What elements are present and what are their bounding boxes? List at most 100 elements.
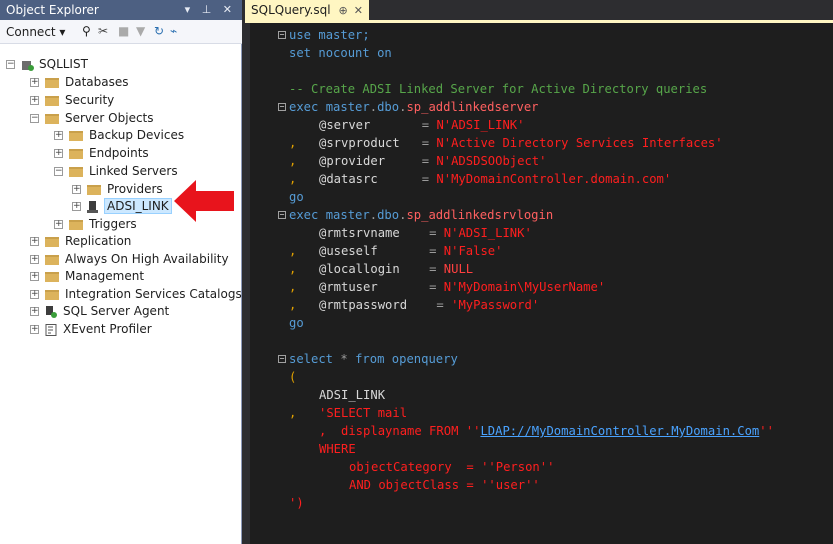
- tree-node-integration-services[interactable]: + Integration Services Catalogs: [30, 286, 242, 303]
- tree-node-label: Always On High Availability: [65, 252, 229, 266]
- collapse-icon[interactable]: −: [277, 350, 287, 368]
- expand-icon[interactable]: +: [30, 307, 39, 316]
- tree-node-linked-servers[interactable]: − Linked Servers: [54, 163, 178, 180]
- tree-node-databases[interactable]: + Databases: [30, 74, 129, 91]
- code-line: @provider = N'ADSDSOObject': [319, 154, 547, 168]
- tree-node-label: Management: [65, 269, 145, 283]
- tree-node-server[interactable]: − SQLLIST: [6, 56, 88, 73]
- tab-sqlquery[interactable]: SQLQuery.sql ⊕ ✕: [245, 0, 369, 20]
- folder-icon: [45, 236, 59, 247]
- code-line: @rmtuser = N'MyDomain\MyUserName': [319, 280, 606, 294]
- tree-node-triggers[interactable]: + Triggers: [54, 216, 137, 233]
- pin-icon[interactable]: ⊕: [339, 4, 348, 17]
- tree-node-sql-agent[interactable]: + SQL Server Agent: [30, 303, 169, 320]
- folder-icon: [45, 113, 59, 124]
- tree-node-providers[interactable]: + Providers: [72, 181, 163, 198]
- tab-label: SQLQuery.sql: [251, 3, 331, 17]
- expand-icon[interactable]: +: [54, 149, 63, 158]
- tree-node-label: Providers: [107, 182, 163, 196]
- code-line: objectCategory = ''Person'': [349, 460, 555, 474]
- expand-icon[interactable]: +: [54, 131, 63, 140]
- collapse-icon[interactable]: −: [6, 60, 15, 69]
- filter-icon[interactable]: ▼: [136, 24, 145, 38]
- code-line: @srvproduct = N'Active Directory Service…: [319, 136, 723, 150]
- server-icon: [22, 60, 34, 71]
- tree-node-label: Replication: [65, 234, 132, 248]
- code-line: use master;: [289, 28, 370, 42]
- connect-icon[interactable]: ⚲: [82, 24, 91, 38]
- tree-node-label: Backup Devices: [89, 128, 185, 142]
- collapse-icon[interactable]: −: [277, 26, 287, 44]
- tree-node-adsi-link[interactable]: + ADSI_LINK: [72, 198, 172, 215]
- ldap-link[interactable]: LDAP://MyDomainController.MyDomain.Com: [480, 424, 759, 438]
- panel-window-controls[interactable]: ▾ ⊥ ✕: [185, 0, 236, 20]
- tree-node-security[interactable]: + Security: [30, 92, 114, 109]
- collapse-icon[interactable]: −: [277, 206, 287, 224]
- expand-icon[interactable]: +: [72, 185, 81, 194]
- expand-icon[interactable]: +: [30, 78, 39, 87]
- collapse-icon[interactable]: −: [54, 167, 63, 176]
- activity-monitor-icon[interactable]: ⌁: [170, 24, 177, 38]
- code-comma: ,: [289, 136, 297, 150]
- stop-icon[interactable]: ■: [118, 24, 129, 38]
- folder-icon: [69, 130, 83, 141]
- tree-node-label: Databases: [65, 75, 129, 89]
- code-editor[interactable]: − − − − use master; set nocount on -- Cr…: [250, 23, 833, 544]
- code-comma: ,: [289, 406, 297, 420]
- tree-node-always-on[interactable]: + Always On High Availability: [30, 251, 229, 268]
- folder-icon: [45, 77, 59, 88]
- expand-icon[interactable]: +: [30, 272, 39, 281]
- tree-node-label: SQL Server Agent: [63, 304, 170, 318]
- tree-node-label: SQLLIST: [39, 57, 88, 71]
- folder-icon: [69, 166, 83, 177]
- connect-button[interactable]: Connect ▾: [6, 25, 65, 39]
- code-line: @useself = N'False': [319, 244, 503, 258]
- code-line: AND objectClass = ''user'': [349, 478, 540, 492]
- code-line: go: [289, 316, 304, 330]
- expand-icon[interactable]: +: [54, 220, 63, 229]
- tree-node-endpoints[interactable]: + Endpoints: [54, 145, 149, 162]
- expand-icon[interactable]: +: [30, 325, 39, 334]
- folder-icon: [69, 148, 83, 159]
- expand-icon[interactable]: +: [30, 237, 39, 246]
- code-line: go: [289, 190, 304, 204]
- refresh-icon[interactable]: ↻: [154, 24, 164, 38]
- code-line: ADSI_LINK: [319, 388, 386, 402]
- code-line: set nocount on: [289, 46, 392, 60]
- expand-icon[interactable]: +: [30, 96, 39, 105]
- code-comma: ,: [289, 154, 297, 168]
- code-line: (: [289, 370, 297, 384]
- tree-node-server-objects[interactable]: − Server Objects: [30, 110, 154, 127]
- tree-node-label: XEvent Profiler: [63, 322, 152, 336]
- code-line: @locallogin = NULL: [319, 262, 474, 276]
- object-explorer-toolbar: Connect ▾ ⚲ ✂ ■ ▼ ↻ ⌁: [0, 20, 242, 44]
- code-line: exec master.dbo.sp_addlinkedsrvlogin: [289, 208, 554, 222]
- close-icon[interactable]: ✕: [354, 4, 363, 17]
- code-comma: ,: [289, 172, 297, 186]
- collapse-icon[interactable]: −: [30, 114, 39, 123]
- code-line: @datasrc = N'MyDomainController.domain.c…: [319, 172, 672, 186]
- tree-node-label: Integration Services Catalogs: [65, 287, 242, 301]
- tree-node-management[interactable]: + Management: [30, 268, 144, 285]
- collapse-icon[interactable]: −: [277, 98, 287, 116]
- expand-icon[interactable]: +: [72, 202, 81, 211]
- disconnect-icon[interactable]: ✂: [98, 24, 108, 38]
- code-comma: ,: [289, 244, 297, 258]
- tree-node-label: Triggers: [89, 217, 137, 231]
- expand-icon[interactable]: +: [30, 255, 39, 264]
- tree-node-replication[interactable]: + Replication: [30, 233, 131, 250]
- folder-icon: [45, 289, 59, 300]
- code-line: exec master.dbo.sp_addlinkedserver: [289, 100, 539, 114]
- expand-icon[interactable]: +: [30, 290, 39, 299]
- code-comma: ,: [289, 280, 297, 294]
- tree-node-label: Endpoints: [89, 146, 149, 160]
- tree-node-label: Linked Servers: [89, 164, 178, 178]
- tree-node-xevent-profiler[interactable]: + XEvent Profiler: [30, 321, 152, 338]
- tree-node-backup-devices[interactable]: + Backup Devices: [54, 127, 184, 144]
- object-explorer-title-bar: Object Explorer ▾ ⊥ ✕: [0, 0, 242, 20]
- code-comma: ,: [289, 298, 297, 312]
- agent-icon: [46, 305, 57, 318]
- folder-icon: [45, 254, 59, 265]
- code-line: , displayname FROM ''LDAP://MyDomainCont…: [319, 424, 774, 438]
- folder-icon: [69, 219, 83, 230]
